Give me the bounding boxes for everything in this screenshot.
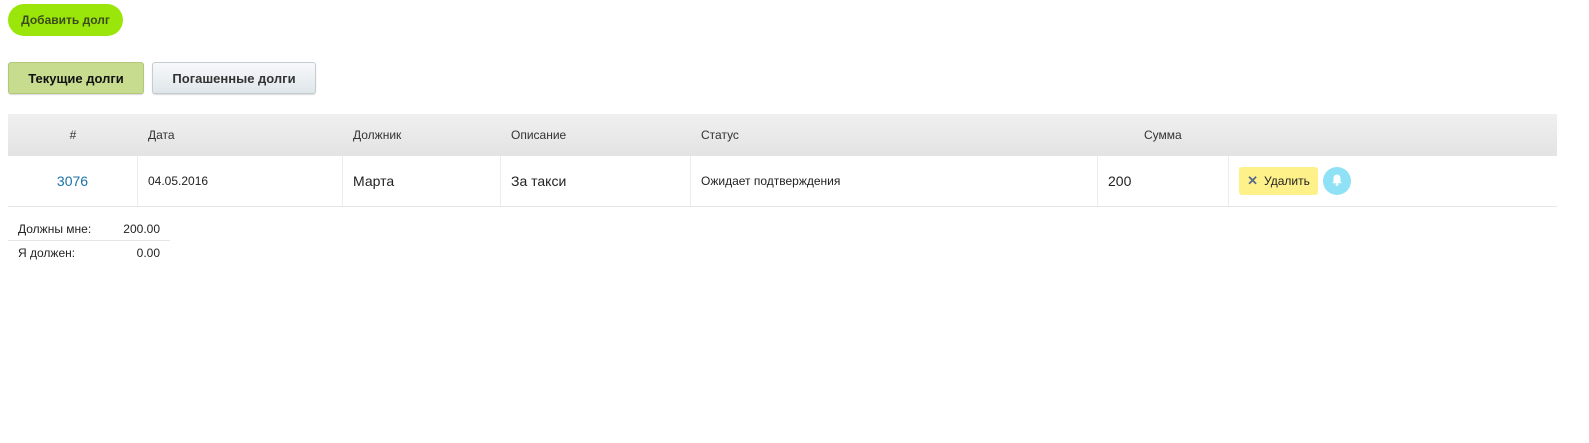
table-row: 3076 04.05.2016 Марта За такси Ожидает п… (8, 156, 1557, 207)
tab-current-debts[interactable]: Текущие долги (8, 62, 144, 94)
header-debtor: Должник (353, 128, 402, 142)
summary-i-owe: Я должен: 0.00 (8, 241, 170, 264)
summary-owed-to-me: Должны мне: 200.00 (8, 218, 170, 241)
i-owe-value: 0.00 (136, 245, 160, 260)
header-description: Описание (511, 128, 567, 142)
cell-description: За такси (501, 156, 691, 206)
close-icon: ✕ (1247, 173, 1259, 188)
debt-id-link[interactable]: 3076 (57, 173, 88, 189)
header-actions (1229, 114, 1557, 156)
cell-status: Ожидает подтверждения (691, 156, 1098, 206)
cell-debtor: Марта (343, 156, 501, 206)
bell-icon (1330, 173, 1344, 190)
notify-button[interactable] (1323, 167, 1351, 195)
delete-button-label: Удалить (1264, 174, 1310, 188)
cell-amount: 200 (1098, 156, 1229, 206)
debts-table: # Дата Должник Описание Статус Сумма 307… (8, 114, 1557, 207)
cell-date: 04.05.2016 (138, 156, 343, 206)
i-owe-label: Я должен: (18, 245, 76, 260)
header-amount: Сумма (1144, 128, 1182, 142)
cell-actions: ✕ Удалить (1229, 156, 1557, 206)
header-number: # (69, 128, 77, 142)
cell-number: 3076 (8, 156, 138, 206)
add-debt-button[interactable]: Добавить долг (8, 4, 123, 36)
header-status: Статус (701, 128, 739, 142)
debt-summary: Должны мне: 200.00 Я должен: 0.00 (8, 218, 170, 264)
owed-to-me-value: 200.00 (123, 222, 160, 236)
header-date: Дата (148, 128, 175, 142)
debt-tabs: Текущие долги Погашенные долги (8, 62, 316, 94)
debts-page: Добавить долг Текущие долги Погашенные д… (0, 0, 1589, 443)
delete-button[interactable]: ✕ Удалить (1239, 167, 1318, 195)
tab-paid-debts[interactable]: Погашенные долги (152, 62, 316, 94)
owed-to-me-label: Должны мне: (18, 222, 92, 236)
table-header: # Дата Должник Описание Статус Сумма (8, 114, 1557, 156)
